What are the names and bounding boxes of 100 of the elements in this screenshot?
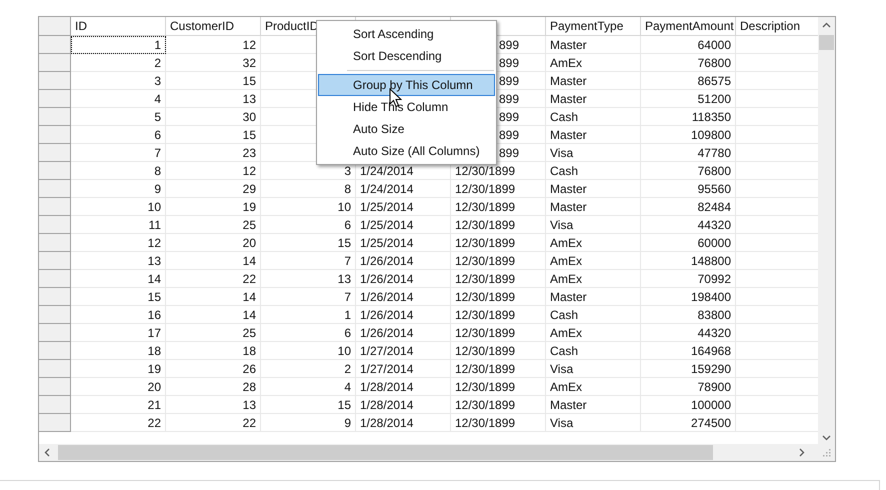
table-cell: Cash [546,162,641,180]
table-cell: 2 [261,360,356,378]
table-cell: 1/26/2014 [356,288,451,306]
table-cell: 15 [261,234,356,252]
table-cell: 60000 [641,234,736,252]
table-cell: 76800 [641,54,736,72]
table-cell: 14 [71,270,166,288]
table-cell: 25 [166,216,261,234]
table-cell: 1/24/2014 [356,180,451,198]
table-cell: 28 [166,378,261,396]
table-cell: 1 [71,36,166,54]
table-cell: 7 [261,252,356,270]
table-cell: Visa [546,360,641,378]
table-cell: Cash [546,342,641,360]
table-cell: 29 [166,180,261,198]
table-cell: 1/28/2014 [356,378,451,396]
table-cell: 164968 [641,342,736,360]
table-cell: 10 [261,342,356,360]
table-cell: 14 [166,252,261,270]
table-cell: 14 [166,306,261,324]
table-cell: 47780 [641,144,736,162]
table-cell: 19 [71,360,166,378]
table-cell: 9 [71,180,166,198]
table-cell: Master [546,180,641,198]
table-cell: 8 [261,180,356,198]
table-cell: 13 [166,396,261,414]
table-cell: 26 [166,360,261,378]
table-cell: 1/25/2014 [356,234,451,252]
table-cell: 5 [71,108,166,126]
table-cell: 78900 [641,378,736,396]
table-cell: 4 [261,378,356,396]
table-cell: 7 [261,288,356,306]
table-cell: 159290 [641,360,736,378]
table-cell: Master [546,198,641,216]
table-cell: 51200 [641,90,736,108]
table-cell: AmEx [546,234,641,252]
table-cell: AmEx [546,324,641,342]
table-cell: 6 [261,324,356,342]
table-cell: Cash [546,306,641,324]
table-cell: 32 [166,54,261,72]
table-cell: 64000 [641,36,736,54]
table-cell: 9 [261,414,356,432]
table-cell: 1/25/2014 [356,216,451,234]
table-cell: 12 [71,234,166,252]
table-cell: 12/30/1899 [451,324,546,342]
table-cell: 70992 [641,270,736,288]
table-cell: 274500 [641,414,736,432]
table-cell: 15 [261,396,356,414]
table-cell: 15 [71,288,166,306]
table-cell: 12/30/1899 [451,342,546,360]
table-cell: 1/26/2014 [356,252,451,270]
table-cell: 14 [166,288,261,306]
table-cell: 12 [166,36,261,54]
table-cell: Cash [546,108,641,126]
table-cell: 18 [166,342,261,360]
table-cell: 1/26/2014 [356,306,451,324]
table-cell: 12/30/1899 [451,180,546,198]
table-cell: 15 [166,72,261,90]
table-cell: 7 [71,144,166,162]
table-cell: 86575 [641,72,736,90]
table-cell: 2 [71,54,166,72]
table-cell: 3 [71,72,166,90]
table-cell: AmEx [546,54,641,72]
table-cell: Master [546,396,641,414]
table-cell: 15 [166,126,261,144]
table-cell: 17 [71,324,166,342]
table-cell: 118350 [641,108,736,126]
table-cell: 1/27/2014 [356,342,451,360]
table-cell: 18 [71,342,166,360]
table-cell: 11 [71,216,166,234]
table-cell: 25 [166,324,261,342]
table-cell: 12/30/1899 [451,360,546,378]
table-cell: 10 [261,198,356,216]
table-cell: AmEx [546,378,641,396]
table-cell: 12/30/1899 [451,378,546,396]
table-cell: 12/30/1899 [451,414,546,432]
table-cell: 95560 [641,180,736,198]
table-cell: 13 [261,270,356,288]
table-cell: Visa [546,414,641,432]
table-cell: 12/30/1899 [451,252,546,270]
table-cell: 44320 [641,324,736,342]
table-cell: 82484 [641,198,736,216]
table-cell: 12/30/1899 [451,234,546,252]
table-cell: 23 [166,144,261,162]
table-cell: AmEx [546,270,641,288]
table-cell: 12 [166,162,261,180]
table-cell: 83800 [641,306,736,324]
table-cell: 1 [261,306,356,324]
table-cell: 1/28/2014 [356,414,451,432]
table-cell: 1/26/2014 [356,324,451,342]
table-cell: 12/30/1899 [451,216,546,234]
table-cell: 76800 [641,162,736,180]
table-cell: 16 [71,306,166,324]
table-cell: 22 [71,414,166,432]
table-cell: 6 [261,216,356,234]
table-cell: 20 [166,234,261,252]
table-cell: 30 [166,108,261,126]
table-cell: 1/25/2014 [356,198,451,216]
table-cell: Master [546,36,641,54]
table-cell: 8 [71,162,166,180]
